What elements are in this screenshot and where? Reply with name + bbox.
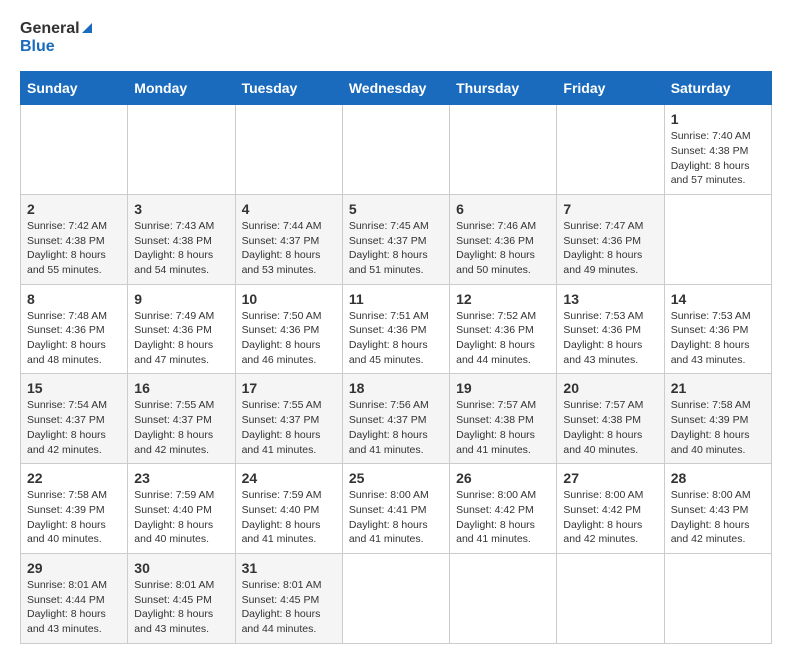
day-cell: 21Sunrise: 7:58 AMSunset: 4:39 PMDayligh… [664,374,771,464]
logo: General Blue [20,20,92,55]
day-cell: 20Sunrise: 7:57 AMSunset: 4:38 PMDayligh… [557,374,664,464]
logo-text-blue: Blue [20,38,92,56]
day-cell: 14Sunrise: 7:53 AMSunset: 4:36 PMDayligh… [664,284,771,374]
day-cell: 10Sunrise: 7:50 AMSunset: 4:36 PMDayligh… [235,284,342,374]
day-cell: 19Sunrise: 7:57 AMSunset: 4:38 PMDayligh… [450,374,557,464]
day-cell: 30Sunrise: 8:01 AMSunset: 4:45 PMDayligh… [128,553,235,643]
calendar-week-1: 1Sunrise: 7:40 AMSunset: 4:38 PMDaylight… [21,105,772,195]
calendar-header-tuesday: Tuesday [235,72,342,105]
day-cell: 25Sunrise: 8:00 AMSunset: 4:41 PMDayligh… [342,464,449,554]
calendar-header-sunday: Sunday [21,72,128,105]
day-cell: 4Sunrise: 7:44 AMSunset: 4:37 PMDaylight… [235,194,342,284]
day-cell: 6Sunrise: 7:46 AMSunset: 4:36 PMDaylight… [450,194,557,284]
empty-cell [664,553,771,643]
calendar: SundayMondayTuesdayWednesdayThursdayFrid… [20,71,772,644]
calendar-header-saturday: Saturday [664,72,771,105]
day-cell: 23Sunrise: 7:59 AMSunset: 4:40 PMDayligh… [128,464,235,554]
empty-cell [450,105,557,195]
day-cell: 11Sunrise: 7:51 AMSunset: 4:36 PMDayligh… [342,284,449,374]
day-cell: 7Sunrise: 7:47 AMSunset: 4:36 PMDaylight… [557,194,664,284]
empty-cell [21,105,128,195]
day-cell: 29Sunrise: 8:01 AMSunset: 4:44 PMDayligh… [21,553,128,643]
empty-cell [557,553,664,643]
calendar-header-friday: Friday [557,72,664,105]
header: General Blue [20,20,772,55]
day-cell: 17Sunrise: 7:55 AMSunset: 4:37 PMDayligh… [235,374,342,464]
day-cell: 2Sunrise: 7:42 AMSunset: 4:38 PMDaylight… [21,194,128,284]
empty-cell [342,553,449,643]
empty-cell [450,553,557,643]
calendar-header-monday: Monday [128,72,235,105]
day-cell: 9Sunrise: 7:49 AMSunset: 4:36 PMDaylight… [128,284,235,374]
logo-container: General Blue [20,20,92,55]
calendar-week-5: 22Sunrise: 7:58 AMSunset: 4:39 PMDayligh… [21,464,772,554]
calendar-week-4: 15Sunrise: 7:54 AMSunset: 4:37 PMDayligh… [21,374,772,464]
day-cell: 18Sunrise: 7:56 AMSunset: 4:37 PMDayligh… [342,374,449,464]
day-cell: 8Sunrise: 7:48 AMSunset: 4:36 PMDaylight… [21,284,128,374]
calendar-week-6: 29Sunrise: 8:01 AMSunset: 4:44 PMDayligh… [21,553,772,643]
empty-cell [128,105,235,195]
empty-cell [235,105,342,195]
day-cell: 1Sunrise: 7:40 AMSunset: 4:38 PMDaylight… [664,105,771,195]
calendar-header-row: SundayMondayTuesdayWednesdayThursdayFrid… [21,72,772,105]
logo-text-general: General [20,20,92,38]
empty-cell [342,105,449,195]
day-cell: 15Sunrise: 7:54 AMSunset: 4:37 PMDayligh… [21,374,128,464]
day-cell: 13Sunrise: 7:53 AMSunset: 4:36 PMDayligh… [557,284,664,374]
day-cell: 28Sunrise: 8:00 AMSunset: 4:43 PMDayligh… [664,464,771,554]
day-cell: 26Sunrise: 8:00 AMSunset: 4:42 PMDayligh… [450,464,557,554]
day-cell: 22Sunrise: 7:58 AMSunset: 4:39 PMDayligh… [21,464,128,554]
day-cell: 12Sunrise: 7:52 AMSunset: 4:36 PMDayligh… [450,284,557,374]
calendar-week-3: 8Sunrise: 7:48 AMSunset: 4:36 PMDaylight… [21,284,772,374]
day-cell: 31Sunrise: 8:01 AMSunset: 4:45 PMDayligh… [235,553,342,643]
day-cell: 5Sunrise: 7:45 AMSunset: 4:37 PMDaylight… [342,194,449,284]
day-cell: 24Sunrise: 7:59 AMSunset: 4:40 PMDayligh… [235,464,342,554]
day-cell: 27Sunrise: 8:00 AMSunset: 4:42 PMDayligh… [557,464,664,554]
calendar-header-wednesday: Wednesday [342,72,449,105]
calendar-header-thursday: Thursday [450,72,557,105]
day-cell: 16Sunrise: 7:55 AMSunset: 4:37 PMDayligh… [128,374,235,464]
calendar-week-2: 2Sunrise: 7:42 AMSunset: 4:38 PMDaylight… [21,194,772,284]
day-cell: 3Sunrise: 7:43 AMSunset: 4:38 PMDaylight… [128,194,235,284]
empty-cell [557,105,664,195]
